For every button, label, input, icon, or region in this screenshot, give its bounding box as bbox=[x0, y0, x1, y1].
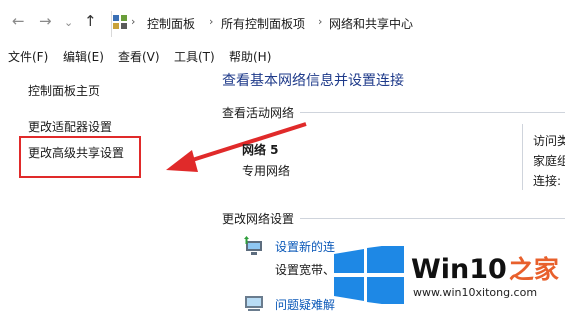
sidebar-item-adapter[interactable]: 更改适配器设置 bbox=[28, 118, 112, 135]
breadcrumb-item[interactable]: 所有控制面板项 bbox=[221, 15, 305, 32]
back-arrow-icon[interactable]: ← bbox=[12, 12, 25, 30]
windows-logo-icon bbox=[334, 243, 404, 307]
breadcrumb-separator: › bbox=[131, 15, 136, 28]
breadcrumb-item[interactable]: 网络和共享中心 bbox=[329, 15, 413, 32]
menu-view[interactable]: 查看(V) bbox=[118, 48, 160, 65]
network-name: 网络 5 bbox=[242, 143, 279, 157]
menu-edit[interactable]: 编辑(E) bbox=[63, 48, 104, 65]
troubleshoot-icon bbox=[244, 294, 264, 312]
forward-arrow-icon[interactable]: → bbox=[39, 12, 52, 30]
divider bbox=[300, 218, 565, 219]
breadcrumb-separator: › bbox=[318, 15, 323, 28]
watermark-url: www.win10xitong.com bbox=[413, 286, 538, 299]
divider bbox=[300, 112, 565, 113]
setup-connection-desc: 设置宽带、 bbox=[275, 263, 336, 277]
menu-help[interactable]: 帮助(H) bbox=[229, 48, 271, 65]
highlight-box bbox=[19, 136, 141, 178]
up-arrow-icon[interactable]: ↑ bbox=[84, 12, 97, 30]
troubleshoot-link[interactable]: 问题疑难解 bbox=[275, 296, 335, 313]
watermark-brand: Win10之家 bbox=[411, 250, 559, 286]
active-networks-header: 查看活动网络 bbox=[222, 106, 295, 120]
change-settings-header: 更改网络设置 bbox=[222, 212, 295, 226]
breadcrumb-separator: › bbox=[209, 15, 214, 28]
sidebar-item-home[interactable]: 控制面板主页 bbox=[28, 82, 100, 99]
network-type[interactable]: 专用网络 bbox=[242, 162, 290, 179]
menu-file[interactable]: 文件(F) bbox=[8, 48, 48, 65]
page-title: 查看基本网络信息并设置连接 bbox=[222, 73, 404, 89]
control-panel-icon bbox=[112, 14, 128, 30]
network-setup-icon bbox=[242, 236, 266, 258]
breadcrumb-item[interactable]: 控制面板 bbox=[147, 15, 195, 32]
divider bbox=[522, 124, 523, 190]
setup-connection-link[interactable]: 设置新的连 bbox=[275, 238, 335, 255]
chevron-down-icon[interactable]: ⌄ bbox=[64, 16, 73, 29]
menu-tools[interactable]: 工具(T) bbox=[174, 48, 215, 65]
watermark-suffix-text: 之家 bbox=[508, 255, 559, 284]
homegroup-label: 家庭组 bbox=[533, 154, 565, 168]
watermark-brand-text: Win10 bbox=[411, 254, 507, 285]
access-type-label: 访问类 bbox=[533, 134, 565, 148]
connections-label: 连接: bbox=[533, 174, 562, 188]
